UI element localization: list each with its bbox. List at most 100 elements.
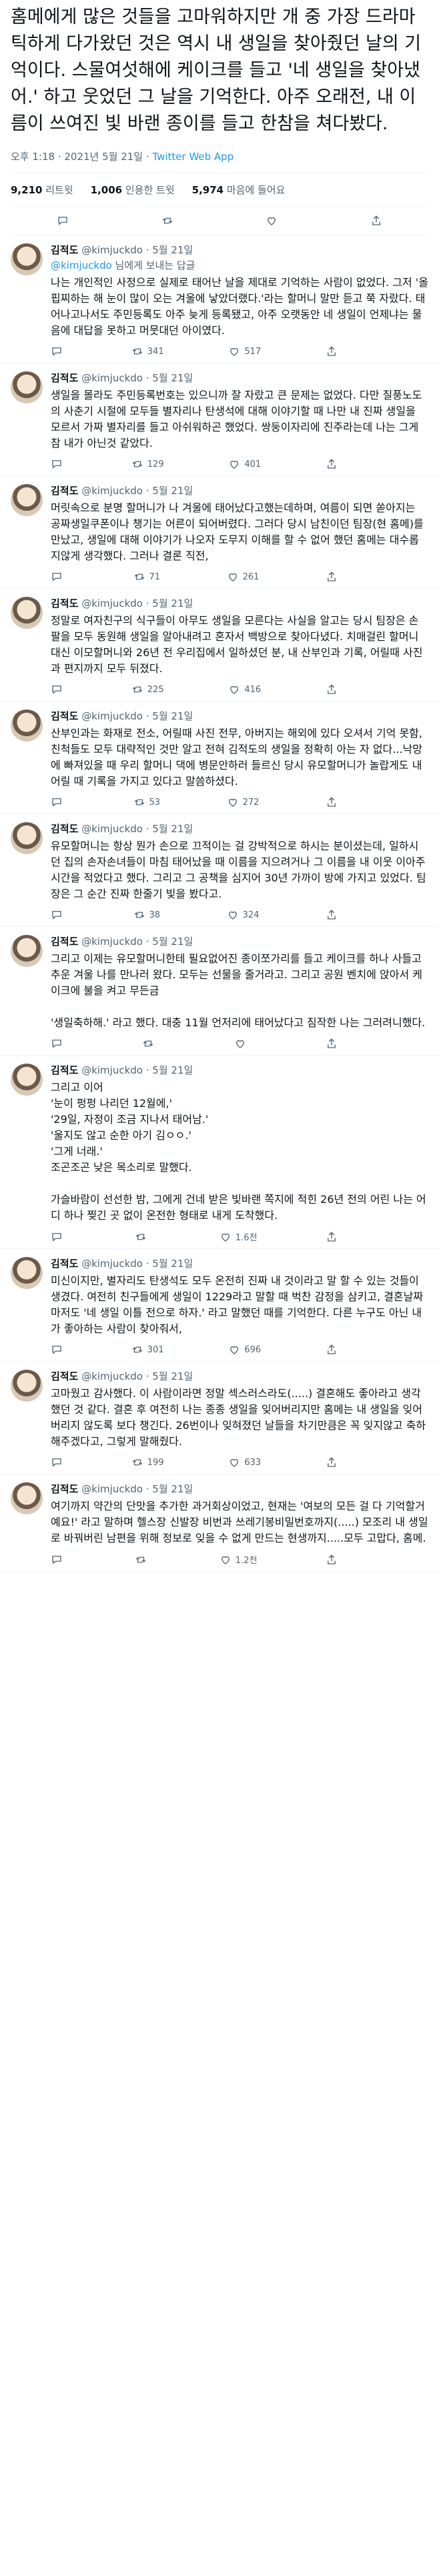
- reply-tweet[interactable]: 김적도 @kimjuckdo · 5월 21일 미신이지만, 별자리도 탄생석도…: [0, 1249, 439, 1362]
- heart-icon[interactable]: [220, 1554, 232, 1566]
- like-count[interactable]: 5,974 마음에 들어요: [192, 183, 286, 197]
- author-name[interactable]: 김적도: [51, 1064, 78, 1076]
- share-icon[interactable]: [326, 1344, 338, 1356]
- avatar[interactable]: [11, 1257, 43, 1289]
- reply-tweet[interactable]: 김적도 @kimjuckdo · 5월 21일 산부인과는 화재로 전소, 어릴…: [0, 702, 439, 814]
- reply-tweet[interactable]: 김적도 @kimjuckdo · 5월 21일 그리고 이어 '눈이 펑펑 나리…: [0, 1056, 439, 1249]
- reply-tweet[interactable]: 김적도 @kimjuckdo · 5월 21일 머릿속으로 분명 할머니가 나 …: [0, 476, 439, 589]
- reply-tweet[interactable]: 김적도 @kimjuckdo · 5월 21일 여기까지 약간의 단맛을 추가한…: [0, 1474, 439, 1572]
- retweet-icon[interactable]: [135, 1554, 147, 1566]
- retweet-icon[interactable]: [131, 1456, 143, 1468]
- share-icon[interactable]: [326, 1231, 338, 1243]
- author-handle[interactable]: @kimjuckdo: [81, 936, 143, 948]
- avatar[interactable]: [11, 597, 43, 629]
- reply-tweet[interactable]: 김적도 @kimjuckdo · 5월 21일 고마웠고 감사했다. 이 사람이…: [0, 1362, 439, 1474]
- avatar[interactable]: [11, 1482, 43, 1514]
- author-handle[interactable]: @kimjuckdo: [81, 372, 143, 384]
- retweet-icon[interactable]: [133, 909, 145, 921]
- reply-icon[interactable]: [51, 684, 63, 696]
- reply-time[interactable]: · 5월 21일: [146, 597, 193, 609]
- reply-icon[interactable]: [51, 345, 63, 357]
- author-handle[interactable]: @kimjuckdo: [81, 823, 143, 835]
- heart-icon[interactable]: [227, 909, 239, 921]
- author-handle[interactable]: @kimjuckdo: [81, 597, 143, 609]
- reply-icon[interactable]: [51, 1038, 63, 1050]
- retweet-icon[interactable]: [131, 1344, 143, 1356]
- reply-icon[interactable]: [51, 1456, 63, 1468]
- avatar[interactable]: [11, 1370, 43, 1402]
- reply-icon[interactable]: [57, 215, 69, 227]
- heart-icon[interactable]: [228, 1344, 240, 1356]
- reply-time[interactable]: · 5월 21일: [146, 485, 193, 497]
- heart-icon[interactable]: [228, 345, 240, 357]
- reply-icon[interactable]: [51, 1231, 63, 1243]
- reply-time[interactable]: · 5월 21일: [146, 1258, 193, 1270]
- author-name[interactable]: 김적도: [51, 1370, 78, 1382]
- author-name[interactable]: 김적도: [51, 597, 78, 609]
- author-name[interactable]: 김적도: [51, 1483, 78, 1495]
- share-icon[interactable]: [370, 215, 382, 227]
- reply-tweet[interactable]: 김적도 @kimjuckdo · 5월 21일 @kimjuckdo 님에게 보…: [0, 235, 439, 363]
- author-handle[interactable]: @kimjuckdo: [81, 1258, 143, 1270]
- heart-icon[interactable]: [227, 571, 239, 583]
- reply-time[interactable]: · 5월 21일: [146, 372, 193, 384]
- retweet-icon[interactable]: [133, 571, 145, 583]
- retweet-count[interactable]: 9,210 리트윗: [11, 183, 73, 197]
- share-icon[interactable]: [326, 1038, 338, 1050]
- author-handle[interactable]: @kimjuckdo: [81, 710, 143, 722]
- share-icon[interactable]: [326, 684, 338, 696]
- reply-icon[interactable]: [51, 571, 63, 583]
- reply-tweet[interactable]: 김적도 @kimjuckdo · 5월 21일 생일을 몰라도 주민등록번호는 …: [0, 363, 439, 476]
- reply-time[interactable]: · 5월 21일: [146, 936, 193, 948]
- retweet-icon[interactable]: [135, 1231, 147, 1243]
- retweet-icon[interactable]: [131, 684, 143, 696]
- quote-count[interactable]: 1,006 인용한 트윗: [91, 183, 175, 197]
- reply-tweet[interactable]: 김적도 @kimjuckdo · 5월 21일 유모할머니는 항상 뭔가 손으로…: [0, 814, 439, 927]
- heart-icon[interactable]: [220, 1231, 232, 1243]
- reply-time[interactable]: · 5월 21일: [146, 1064, 193, 1076]
- author-handle[interactable]: @kimjuckdo: [81, 485, 143, 497]
- retweet-icon[interactable]: [142, 1038, 154, 1050]
- avatar[interactable]: [11, 371, 43, 403]
- share-icon[interactable]: [326, 909, 338, 921]
- share-icon[interactable]: [326, 1456, 338, 1468]
- heart-icon[interactable]: [227, 796, 239, 808]
- author-name[interactable]: 김적도: [51, 372, 78, 384]
- retweet-icon[interactable]: [133, 796, 145, 808]
- reply-icon[interactable]: [51, 1554, 63, 1566]
- reply-icon[interactable]: [51, 458, 63, 470]
- retweet-icon[interactable]: [131, 345, 143, 357]
- heart-icon[interactable]: [228, 1456, 240, 1468]
- avatar[interactable]: [11, 822, 43, 854]
- author-name[interactable]: 김적도: [51, 244, 78, 256]
- author-handle[interactable]: @kimjuckdo: [81, 1370, 143, 1382]
- share-icon[interactable]: [326, 571, 338, 583]
- reply-icon[interactable]: [51, 909, 63, 921]
- share-icon[interactable]: [326, 345, 338, 357]
- author-name[interactable]: 김적도: [51, 936, 78, 948]
- avatar[interactable]: [11, 935, 43, 967]
- author-name[interactable]: 김적도: [51, 710, 78, 722]
- heart-icon[interactable]: [228, 458, 240, 470]
- heart-icon[interactable]: [234, 1038, 246, 1050]
- reply-time[interactable]: · 5월 21일: [146, 1370, 193, 1382]
- avatar[interactable]: [11, 484, 43, 516]
- reply-time[interactable]: · 5월 21일: [146, 710, 193, 722]
- reply-tweet[interactable]: 김적도 @kimjuckdo · 5월 21일 그리고 이제는 유모할머니한테 …: [0, 927, 439, 1056]
- reply-icon[interactable]: [51, 1344, 63, 1356]
- author-handle[interactable]: @kimjuckdo: [81, 1483, 143, 1495]
- avatar[interactable]: [11, 1064, 43, 1096]
- reply-time[interactable]: · 5월 21일: [146, 823, 193, 835]
- retweet-icon[interactable]: [161, 215, 173, 227]
- share-icon[interactable]: [326, 796, 338, 808]
- replying-to-link[interactable]: @kimjuckdo: [51, 259, 112, 271]
- author-name[interactable]: 김적도: [51, 1258, 78, 1270]
- heart-icon[interactable]: [266, 215, 278, 227]
- author-name[interactable]: 김적도: [51, 823, 78, 835]
- retweet-icon[interactable]: [131, 458, 143, 470]
- author-name[interactable]: 김적도: [51, 485, 78, 497]
- reply-tweet[interactable]: 김적도 @kimjuckdo · 5월 21일 정말로 여자친구의 식구들이 아…: [0, 589, 439, 702]
- tweet-source-app[interactable]: Twitter Web App: [152, 151, 234, 163]
- avatar[interactable]: [11, 710, 43, 742]
- author-handle[interactable]: @kimjuckdo: [81, 1064, 143, 1076]
